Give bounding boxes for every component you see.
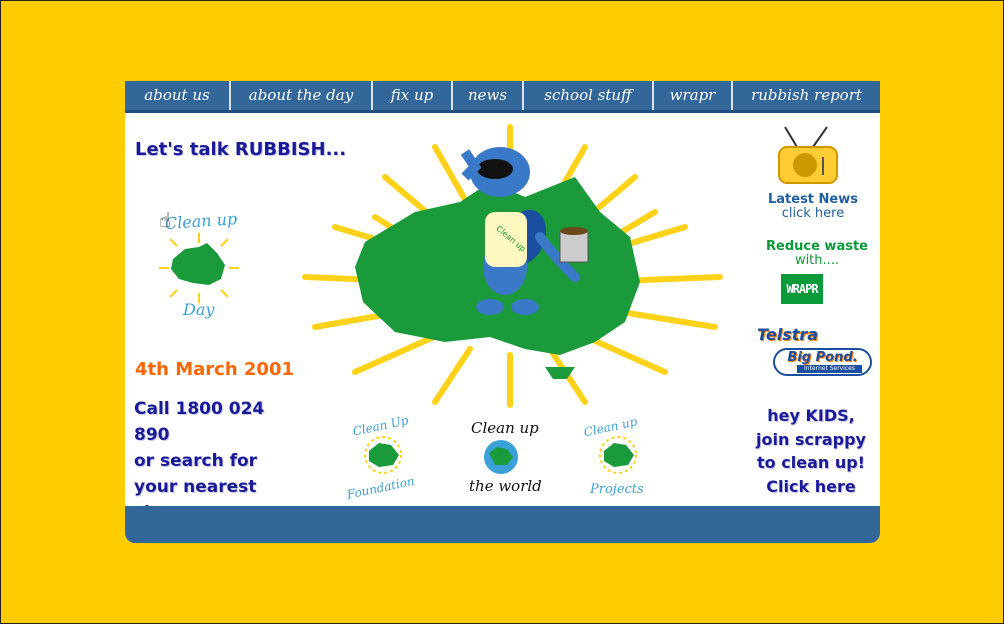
latest-news-link[interactable]: Latest News click here [758, 193, 868, 221]
clean-up-the-world-logo[interactable]: Clean up the world [465, 411, 545, 499]
nav-news[interactable]: news [453, 81, 524, 110]
main-nav: about us about the day fix up news schoo… [125, 81, 880, 113]
reduce-waste-title: Reduce waste [766, 239, 868, 254]
kids-line-1: hey KIDS, [767, 406, 855, 425]
nav-about-us[interactable]: about us [125, 81, 231, 110]
nav-school-stuff[interactable]: school stuff [524, 81, 654, 110]
latest-news-title: Latest News [767, 192, 858, 207]
kids-line-3: to clean up! [757, 453, 865, 472]
foundation-top-text: Clean Up [351, 413, 410, 439]
clean-up-projects-logo[interactable]: Clean up Projects [580, 411, 660, 499]
nav-wrapr[interactable]: wrapr [654, 81, 733, 110]
wrapr-logo[interactable]: WRAPR [781, 274, 823, 304]
clean-up-day-top-text: Clean up [164, 209, 237, 233]
scrappy-australia-illustration: Clean up [302, 124, 723, 408]
nav-about-the-day[interactable]: about the day [231, 81, 373, 110]
clean-up-day-bottom-text: Day [182, 300, 215, 319]
world-bottom-text: the world [469, 477, 542, 495]
footer-bar [125, 506, 880, 543]
bigpond-badge: Big Pond. Internet Services [773, 348, 872, 376]
event-date: 4th March 2001 [135, 359, 294, 380]
reduce-waste-link[interactable]: Reduce waste with.... [758, 240, 876, 268]
page-container: about us about the day fix up news schoo… [125, 81, 880, 543]
click-here-link[interactable]: click here [758, 207, 868, 221]
internet-services-text: Internet Services [797, 365, 862, 373]
kids-line-4: Click here [766, 476, 856, 496]
projects-top-text: Clean up [582, 414, 638, 439]
clean-up-foundation-logo[interactable]: Clean Up Foundation [345, 411, 425, 499]
call-line-2: or search for [134, 451, 258, 471]
nav-fix-up[interactable]: fix up [373, 81, 453, 110]
world-top-text: Clean up [471, 419, 539, 437]
telstra-brand: Telstra [757, 325, 819, 344]
hand-cursor-icon: ☝ [159, 208, 172, 232]
reduce-waste-sub: with.... [794, 253, 840, 268]
radio-icon[interactable] [775, 125, 843, 187]
telstra-bigpond-logo[interactable]: Telstra Big Pond. Internet Services [757, 325, 872, 380]
kids-line-2: join scrappy [756, 429, 866, 449]
nav-rubbish-report[interactable]: rubbish report [733, 81, 880, 110]
projects-bottom-text: Projects [589, 482, 644, 497]
kids-join-scrappy-link[interactable]: hey KIDS, join scrappy to clean up! Clic… [752, 404, 870, 498]
foundation-bottom-text: Foundation [345, 474, 416, 499]
bigpond-text: Big Pond. [787, 350, 858, 365]
call-line-3: your nearest [134, 477, 257, 497]
